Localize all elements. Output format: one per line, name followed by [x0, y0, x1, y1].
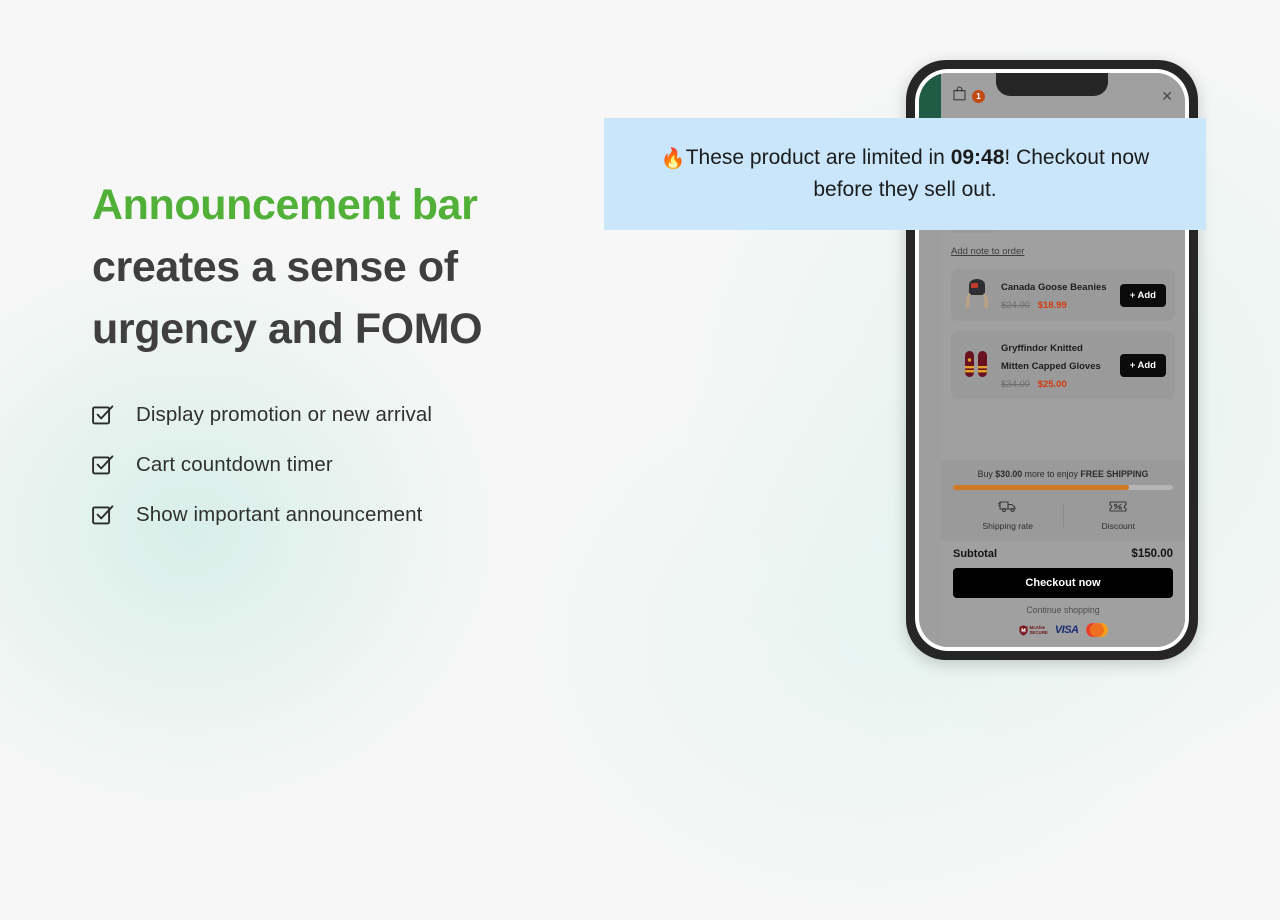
- list-item: Show important announcement: [92, 503, 612, 527]
- shipping-progress-bar: [953, 485, 1173, 490]
- recommended-product-title: Gryffindor Knitted Mitten Capped Gloves: [1001, 343, 1101, 372]
- sale-price: $25.00: [1037, 379, 1067, 390]
- headline-line-3: urgency and FOMO: [92, 304, 483, 353]
- mcafee-secure-badge: McAfee SECURE: [1018, 624, 1048, 636]
- payment-badges: McAfee SECURE VISA: [953, 623, 1173, 637]
- announcement-lead: These product are limited in: [685, 145, 951, 169]
- list-item-label: Display promotion or new arrival: [136, 402, 433, 426]
- shipping-msg-lead: Buy: [977, 469, 996, 479]
- add-note-link[interactable]: Add note to order: [951, 246, 1024, 257]
- continue-shopping-link[interactable]: Continue shopping: [953, 605, 1173, 615]
- list-item-label: Show important announcement: [136, 502, 423, 526]
- subtotal-label: Subtotal: [953, 548, 997, 560]
- recommended-product-prices: $24.00 $18.99: [1001, 300, 1067, 311]
- free-shipping-label: FREE SHIPPING: [1080, 469, 1149, 479]
- shipping-remaining-amount: $30.00: [995, 469, 1023, 479]
- gloves-thumbnail: [960, 346, 992, 384]
- add-product-button[interactable]: + Add: [1119, 353, 1166, 377]
- check-square-icon: [92, 504, 114, 526]
- cart-count-badge: 1: [972, 89, 985, 103]
- subtotal-value: $150.00: [1131, 548, 1173, 560]
- mastercard-overlap: [1089, 623, 1104, 637]
- shipping-rate-option[interactable]: Shipping rate: [953, 499, 1063, 531]
- sale-price: $18.99: [1037, 300, 1067, 311]
- check-square-icon: [92, 454, 114, 476]
- shopping-bag-icon: [953, 86, 966, 106]
- list-item-label: Cart countdown timer: [136, 452, 333, 476]
- discount-ticket-icon: [1108, 500, 1128, 517]
- cart-bag-group: 1: [953, 86, 985, 106]
- beanie-thumbnail: [960, 276, 992, 314]
- visa-logo: VISA: [1054, 624, 1079, 636]
- recommended-product-card: Canada Goose Beanies $24.00 $18.99 + Add: [951, 269, 1175, 321]
- recommended-product-info: Canada Goose Beanies $24.00 $18.99: [1001, 277, 1111, 313]
- cart-totals-section: Subtotal $150.00 Checkout now Continue s…: [941, 541, 1185, 647]
- list-item: Cart countdown timer: [92, 453, 612, 477]
- shipping-msg-mid: more to enjoy: [1022, 469, 1081, 479]
- mcafee-line-2: SECURE: [1029, 630, 1048, 635]
- headline-accent: Announcement bar: [92, 181, 478, 229]
- feature-list: Display promotion or new arrival Cart co…: [92, 403, 612, 527]
- announcement-bar: 🔥These product are limited in 09:48! Che…: [604, 118, 1206, 230]
- free-shipping-message: Buy $30.00 more to enjoy FREE SHIPPING: [953, 469, 1173, 479]
- fire-icon: 🔥: [660, 147, 686, 170]
- shipping-rate-label: Shipping rate: [982, 521, 1034, 531]
- headline-line-2: creates a sense of: [92, 242, 458, 291]
- phone-notch: [996, 73, 1108, 96]
- recommended-product-card: Gryffindor Knitted Mitten Capped Gloves …: [951, 331, 1175, 399]
- mastercard-logo: [1085, 623, 1108, 637]
- recommended-product-info: Gryffindor Knitted Mitten Capped Gloves …: [1001, 338, 1111, 392]
- announcement-text: 🔥These product are limited in 09:48! Che…: [632, 142, 1178, 206]
- original-price: $34.00: [1001, 379, 1031, 390]
- recommended-product-prices: $34.00 $25.00: [1001, 379, 1067, 390]
- list-item: Display promotion or new arrival: [92, 403, 612, 427]
- countdown-timer: 09:48: [950, 145, 1005, 169]
- shipping-progress-section: Buy $30.00 more to enjoy FREE SHIPPING S…: [941, 460, 1185, 541]
- subtotal-row: Subtotal $150.00: [953, 548, 1173, 560]
- check-square-icon: [92, 404, 114, 426]
- discount-label: Discount: [1101, 521, 1135, 531]
- page-title: Announcement bar creates a sense of urge…: [92, 175, 612, 361]
- marketing-copy: Announcement bar creates a sense of urge…: [92, 175, 612, 553]
- mcafee-text: McAfee SECURE: [1030, 625, 1048, 635]
- shipping-progress-fill: [953, 485, 1129, 490]
- cart-options-row: Shipping rate Discount: [953, 499, 1173, 531]
- original-price: $24.00: [1001, 300, 1031, 311]
- delivery-truck-icon: [997, 500, 1018, 517]
- add-product-button[interactable]: + Add: [1119, 283, 1166, 307]
- recommended-product-title: Canada Goose Beanies: [1001, 282, 1107, 293]
- discount-option[interactable]: Discount: [1064, 499, 1174, 531]
- checkout-button[interactable]: Checkout now: [953, 568, 1173, 598]
- close-icon[interactable]: ✕: [1161, 89, 1173, 103]
